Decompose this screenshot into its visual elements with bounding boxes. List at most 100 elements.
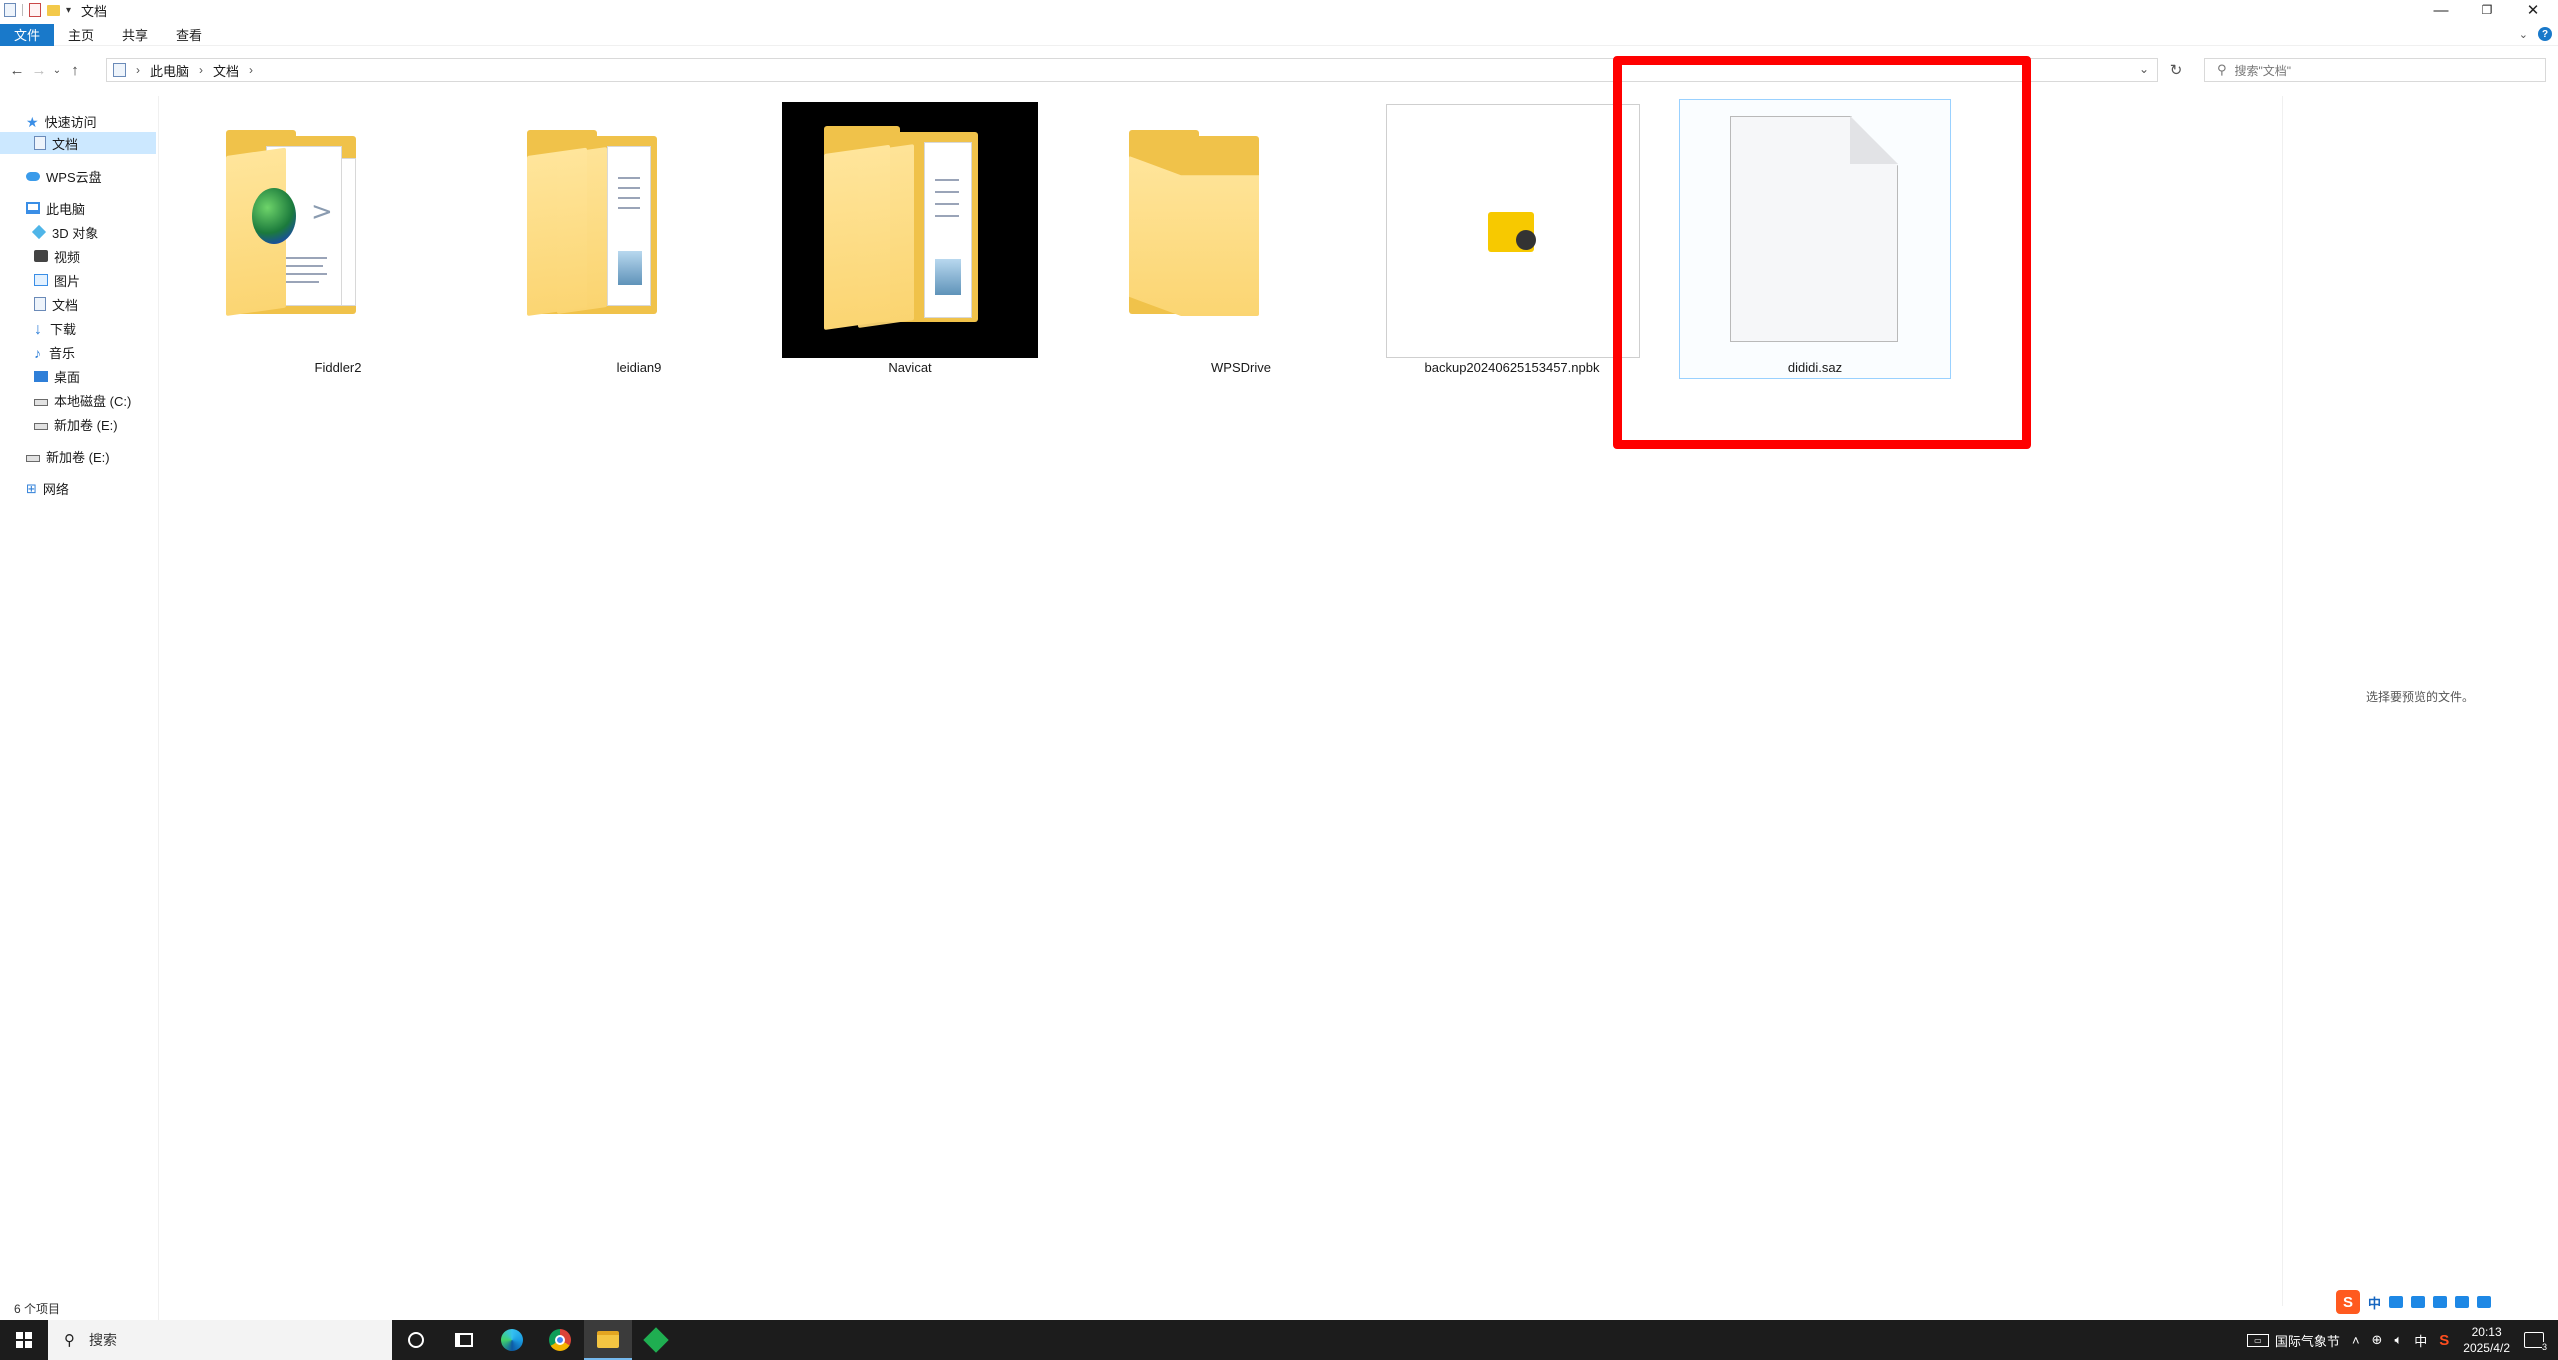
taskbar-chrome[interactable]	[536, 1320, 584, 1360]
drive-icon	[34, 399, 48, 406]
file-item-navicat[interactable]: Navicat	[782, 102, 1038, 378]
ime-toolbar: S 中	[2336, 1290, 2492, 1314]
nav-wps-cloud[interactable]: WPS云盘	[26, 165, 102, 187]
search-icon: ⚲	[64, 1332, 75, 1349]
nav-documents[interactable]: 文档	[34, 293, 78, 315]
navigation-row: ← → ⌄ ↑ › 此电脑 › 文档 › ⌄ ↻ ⚲ 搜索"文档"	[0, 58, 2558, 82]
nav-music[interactable]: ♪ 音乐	[34, 341, 75, 363]
nav-label: 视频	[54, 249, 81, 265]
recent-locations-icon[interactable]: ⌄	[50, 59, 64, 81]
taskbar-app[interactable]	[632, 1320, 680, 1360]
task-view-button[interactable]	[440, 1320, 488, 1360]
voice-icon[interactable]	[2411, 1296, 2426, 1308]
chevron-up-icon[interactable]: ˄	[2352, 1333, 2360, 1348]
nav-desktop[interactable]: 桌面	[34, 365, 80, 387]
tab-file[interactable]: 文件	[0, 23, 55, 46]
chevron-right-icon[interactable]: ›	[249, 63, 253, 77]
properties-icon[interactable]	[4, 3, 16, 17]
sogou-icon[interactable]: S	[2439, 1332, 2449, 1349]
documents-icon	[34, 136, 46, 150]
nav-drive-e-root[interactable]: 新加卷 (E:)	[26, 445, 110, 467]
drive-icon	[26, 455, 40, 462]
folder-icon	[1113, 102, 1369, 358]
keyboard-icon[interactable]	[2433, 1296, 2448, 1308]
folder-icon	[511, 102, 767, 358]
ime-indicator[interactable]: 中	[2414, 1331, 2427, 1350]
tab-share[interactable]: 共享	[108, 24, 162, 46]
volume-icon[interactable]: 🔈︎	[2394, 1332, 2402, 1348]
customize-toolbar-icon[interactable]: ▾	[66, 5, 71, 16]
status-item-count: 6 个项目	[14, 1302, 61, 1316]
file-item-wpsdrive[interactable]: WPSDrive	[1113, 102, 1369, 378]
breadcrumb-documents[interactable]: 文档	[213, 61, 239, 80]
punctuation-icon[interactable]	[2389, 1296, 2404, 1308]
nav-label: WPS云盘	[46, 169, 102, 185]
network-icon[interactable]: ⊕	[2372, 1332, 2383, 1348]
help-icon[interactable]: ?	[2538, 27, 2552, 41]
blank-file-icon	[1680, 100, 1950, 356]
close-button[interactable]: ✕	[2510, 0, 2556, 20]
nav-documents-quick[interactable]: 文档	[0, 132, 156, 154]
clock-date: 2025/4/2	[2463, 1341, 2510, 1355]
file-name: WPSDrive	[1211, 360, 1271, 375]
file-item-fiddler2[interactable]: > > Fiddler2	[210, 102, 466, 378]
nav-3d-objects[interactable]: 3D 对象	[31, 221, 99, 243]
file-item-leidian9[interactable]: leidian9	[511, 102, 767, 378]
skin-icon[interactable]	[2455, 1296, 2470, 1308]
nav-downloads[interactable]: ↓ 下载	[34, 317, 76, 339]
nav-pictures[interactable]: 图片	[34, 269, 80, 291]
cortana-button[interactable]	[392, 1320, 440, 1360]
divider	[158, 96, 159, 1320]
tab-home[interactable]: 主页	[54, 24, 108, 46]
weather-icon[interactable]: ▭	[2246, 1333, 2269, 1347]
file-item-backup-npbk[interactable]: backup20240625153457.npbk	[1384, 102, 1640, 378]
new-folder-icon[interactable]	[47, 4, 60, 16]
file-name: leidian9	[616, 360, 662, 375]
clock[interactable]: 20:13 2025/4/2	[2463, 1324, 2510, 1356]
windows-logo-icon	[16, 1332, 32, 1348]
search-input[interactable]: ⚲ 搜索"文档"	[2204, 58, 2546, 82]
checklist-icon[interactable]	[29, 3, 41, 17]
pictures-icon	[34, 274, 48, 286]
nav-label: 新加卷 (E:)	[54, 417, 118, 433]
weather-label[interactable]: 国际气象节	[2275, 1331, 2340, 1350]
file-name: Fiddler2	[314, 360, 362, 375]
sogou-icon[interactable]: S	[2336, 1290, 2360, 1314]
up-arrow-icon[interactable]: ↑	[64, 59, 86, 81]
cloud-icon	[26, 171, 40, 181]
star-icon: ★	[26, 114, 39, 130]
minimize-button[interactable]: —	[2418, 0, 2464, 20]
back-arrow-icon[interactable]: ←	[6, 59, 28, 81]
address-bar[interactable]: › 此电脑 › 文档 › ⌄	[106, 58, 2158, 82]
music-icon: ♪	[34, 345, 41, 361]
chevron-right-icon[interactable]: ›	[136, 63, 140, 77]
file-item-dididi-saz[interactable]: dididi.saz	[1679, 99, 1951, 379]
desktop-icon	[34, 370, 48, 382]
preview-pane-message: 选择要预览的文件。	[2365, 690, 2474, 704]
nav-drive-c[interactable]: 本地磁盘 (C:)	[34, 389, 131, 411]
notification-icon[interactable]: 3	[2524, 1332, 2547, 1352]
nav-label: 3D 对象	[52, 225, 99, 241]
refresh-icon[interactable]: ↻	[2164, 58, 2188, 82]
nav-videos[interactable]: 视频	[34, 245, 80, 267]
start-button[interactable]	[0, 1320, 48, 1360]
nav-drive-e[interactable]: 新加卷 (E:)	[34, 413, 118, 435]
nav-quick-access[interactable]: ★ 快速访问	[26, 110, 97, 132]
taskbar-file-explorer[interactable]	[584, 1320, 632, 1360]
folder-icon	[782, 102, 1038, 358]
taskbar-search[interactable]: ⚲ 搜索	[48, 1320, 392, 1360]
ime-mode-label[interactable]: 中	[2368, 1293, 2381, 1312]
breadcrumb-this-pc[interactable]: 此电脑	[150, 61, 189, 80]
expand-ribbon-icon[interactable]: ⌄	[2519, 28, 2528, 41]
nav-network[interactable]: ⊞ 网络	[26, 477, 69, 499]
restore-button[interactable]: ❐	[2464, 0, 2510, 20]
toolbox-icon[interactable]	[2477, 1296, 2492, 1308]
file-name: dididi.saz	[1787, 360, 1843, 375]
taskbar-edge[interactable]	[488, 1320, 536, 1360]
clock-time: 20:13	[2471, 1325, 2502, 1339]
tab-view[interactable]: 查看	[162, 24, 216, 46]
chevron-right-icon[interactable]: ›	[199, 63, 203, 77]
chevron-down-icon[interactable]: ⌄	[2139, 62, 2149, 76]
forward-arrow-icon[interactable]: →	[28, 59, 50, 81]
nav-this-pc[interactable]: 此电脑	[26, 197, 85, 219]
